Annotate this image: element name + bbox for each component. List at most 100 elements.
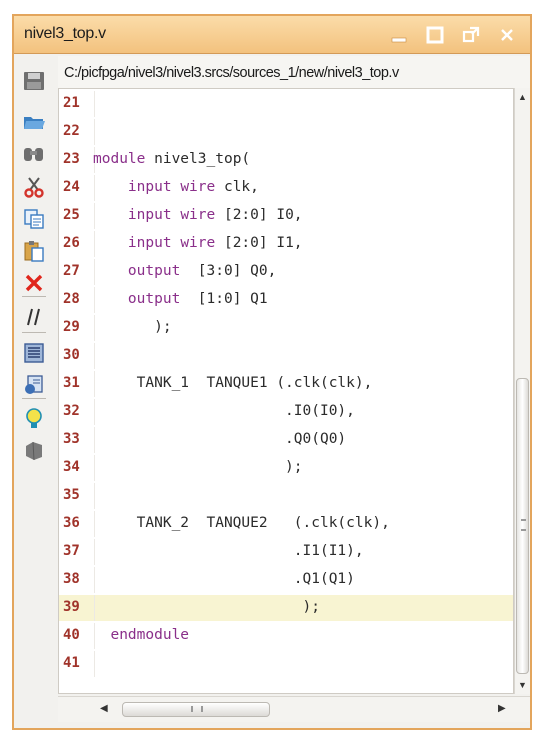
line-number: 29 — [63, 319, 80, 335]
line-gutter: 23 — [59, 147, 95, 173]
paste-icon[interactable] — [20, 238, 48, 264]
line-gutter: 24 — [59, 175, 95, 201]
scroll-up-icon[interactable]: ▲ — [518, 92, 527, 102]
code-line[interactable]: 31 TANK_1 TANQUE1 (.clk(clk), — [59, 371, 513, 397]
line-gutter: 40 — [59, 623, 95, 649]
window-title: nivel3_top.v — [24, 25, 106, 42]
code-line[interactable]: 32 .I0(I0), — [59, 399, 513, 425]
title-bar[interactable]: nivel3_top.v — [14, 16, 530, 54]
scroll-down-icon[interactable]: ▼ — [518, 680, 527, 690]
code-text: TANK_1 TANQUE1 (.clk(clk), — [93, 375, 373, 391]
code-line[interactable]: 29 ); — [59, 315, 513, 341]
tool-icon[interactable] — [20, 438, 48, 464]
line-number: 28 — [63, 291, 80, 307]
copy-icon[interactable] — [20, 206, 48, 232]
file-path: C:/picfpga/nivel3/nivel3.srcs/sources_1/… — [64, 65, 399, 81]
cut-icon[interactable] — [20, 174, 48, 200]
vertical-scroll-thumb[interactable] — [516, 378, 529, 674]
code-line[interactable]: 26 input wire [2:0] I1, — [59, 231, 513, 257]
line-number: 31 — [63, 375, 80, 391]
line-number: 39 — [63, 599, 80, 615]
line-number: 23 — [63, 151, 80, 167]
code-line[interactable]: 37 .I1(I1), — [59, 539, 513, 565]
line-gutter: 35 — [59, 483, 95, 509]
delete-icon[interactable] — [20, 270, 48, 296]
close-icon — [501, 29, 513, 41]
code-text: input wire clk, — [127, 179, 259, 195]
code-text: output [3:0] Q0, — [127, 263, 277, 279]
editor-toolbar — [14, 56, 54, 728]
code-line[interactable]: 33 .Q0(Q0) — [59, 427, 513, 453]
find-icon[interactable] — [20, 142, 48, 168]
code-line[interactable]: 35 — [59, 483, 513, 509]
template-icon[interactable] — [20, 372, 48, 398]
code-text: input wire [2:0] I0, — [127, 207, 303, 223]
code-line[interactable]: 25 input wire [2:0] I0, — [59, 203, 513, 229]
line-gutter: 21 — [59, 91, 95, 117]
open-icon[interactable] — [20, 108, 48, 134]
float-window-icon — [462, 26, 480, 43]
float-button[interactable] — [458, 22, 484, 48]
close-button[interactable] — [494, 22, 520, 48]
line-number: 33 — [63, 431, 80, 447]
code-line[interactable]: 24 input wire clk, — [59, 175, 513, 201]
horizontal-scrollbar[interactable]: ◀ ▶ — [58, 696, 530, 722]
line-number: 34 — [63, 459, 80, 475]
code-line[interactable]: 27 output [3:0] Q0, — [59, 259, 513, 285]
code-line[interactable]: 41 — [59, 651, 513, 677]
line-gutter: 37 — [59, 539, 95, 565]
code-text: output [1:0] Q1 — [127, 291, 268, 307]
file-path-bar: C:/picfpga/nivel3/nivel3.srcs/sources_1/… — [58, 56, 530, 90]
line-gutter: 32 — [59, 399, 95, 425]
grip-icon — [191, 706, 203, 712]
line-number: 41 — [63, 655, 80, 671]
vertical-scrollbar[interactable]: ▲ ▼ — [514, 88, 530, 694]
minimize-button[interactable] — [386, 22, 412, 48]
code-line[interactable]: 34 ); — [59, 455, 513, 481]
window-controls — [386, 20, 520, 50]
line-gutter: 31 — [59, 371, 95, 397]
code-line[interactable]: 28 output [1:0] Q1 — [59, 287, 513, 313]
code-line[interactable]: 39 ); — [59, 595, 513, 621]
line-gutter: 33 — [59, 427, 95, 453]
code-editor[interactable]: 21 22 23 module nivel3_top( 24 input wire cl… — [58, 88, 514, 694]
code-text: ); — [93, 459, 303, 475]
line-number: 26 — [63, 235, 80, 251]
line-gutter: 41 — [59, 651, 95, 677]
code-line[interactable]: 23 module nivel3_top( — [59, 147, 513, 173]
code-text: module nivel3_top( — [93, 151, 251, 167]
line-gutter: 36 — [59, 511, 95, 537]
code-line[interactable]: 22 — [59, 119, 513, 145]
line-number: 36 — [63, 515, 80, 531]
minimize-icon — [391, 37, 407, 43]
line-number: 40 — [63, 627, 80, 643]
line-gutter: 25 — [59, 203, 95, 229]
code-line[interactable]: 30 — [59, 343, 513, 369]
line-gutter: 29 — [59, 315, 95, 341]
code-text: input wire [2:0] I1, — [127, 235, 303, 251]
line-gutter: 39 — [59, 595, 95, 621]
indent-icon[interactable] — [20, 340, 48, 366]
toolbar-separator — [22, 332, 46, 333]
maximize-button[interactable] — [422, 22, 448, 48]
line-number: 22 — [63, 123, 80, 139]
code-line[interactable]: 38 .Q1(Q1) — [59, 567, 513, 593]
code-text: .I0(I0), — [93, 403, 355, 419]
scroll-right-icon[interactable]: ▶ — [498, 703, 506, 714]
save-icon[interactable] — [20, 68, 48, 94]
code-text: .I1(I1), — [93, 543, 364, 559]
line-gutter: 28 — [59, 287, 95, 313]
line-number: 38 — [63, 571, 80, 587]
line-number: 24 — [63, 179, 80, 195]
code-text: ); — [93, 319, 172, 335]
code-line[interactable]: 36 TANK_2 TANQUE2 (.clk(clk), — [59, 511, 513, 537]
horizontal-scroll-thumb[interactable] — [122, 702, 270, 717]
comment-icon[interactable] — [20, 304, 48, 330]
maximize-icon — [426, 26, 444, 44]
code-line[interactable]: 21 — [59, 91, 513, 117]
scroll-left-icon[interactable]: ◀ — [100, 703, 108, 714]
toolbar-separator — [22, 398, 46, 399]
code-line[interactable]: 40 endmodule — [59, 623, 513, 649]
lightbulb-icon[interactable] — [20, 406, 48, 432]
line-number: 25 — [63, 207, 80, 223]
